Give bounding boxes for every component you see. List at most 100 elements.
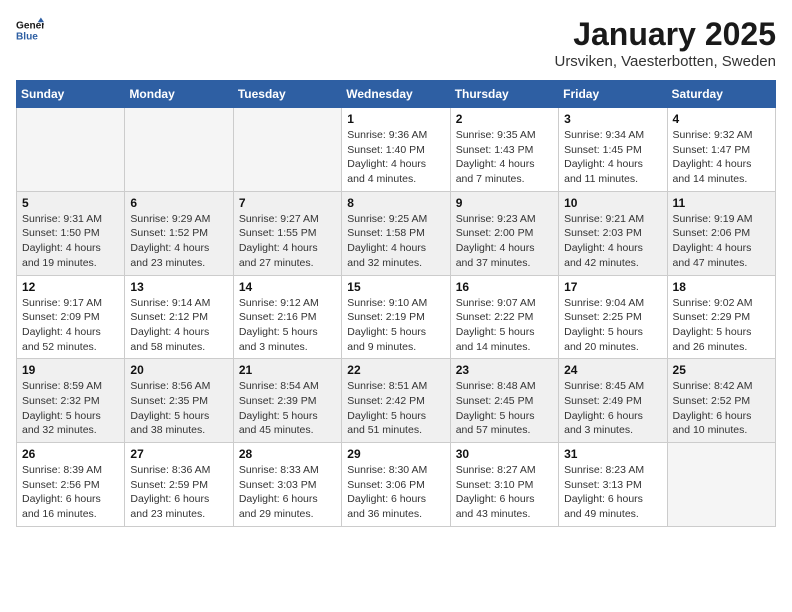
day-info: Sunrise: 9:25 AM Sunset: 1:58 PM Dayligh… [347, 212, 444, 271]
day-number: 26 [22, 447, 119, 461]
week-row-3: 12Sunrise: 9:17 AM Sunset: 2:09 PM Dayli… [17, 275, 776, 359]
day-number: 23 [456, 363, 553, 377]
day-number: 17 [564, 280, 661, 294]
calendar-cell: 5 Sunrise: 9:31 AM Sunset: 1:50 PM Daylig… [17, 191, 125, 275]
weekday-header-wednesday: Wednesday [342, 81, 450, 108]
day-info: Sunrise: 9:27 AM Sunset: 1:55 PM Dayligh… [239, 212, 336, 271]
weekday-header-sunday: Sunday [17, 81, 125, 108]
day-number: 7 [239, 196, 336, 210]
day-number: 24 [564, 363, 661, 377]
calendar: SundayMondayTuesdayWednesdayThursdayFrid… [16, 80, 776, 527]
day-info: Sunrise: 8:45 AM Sunset: 2:49 PM Dayligh… [564, 379, 661, 438]
day-info: Sunrise: 9:02 AM Sunset: 2:29 PM Dayligh… [673, 296, 770, 355]
calendar-cell: 10 Sunrise: 9:21 AM Sunset: 2:03 PM Dayli… [559, 191, 667, 275]
calendar-cell: 8 Sunrise: 9:25 AM Sunset: 1:58 PM Daylig… [342, 191, 450, 275]
calendar-cell: 9 Sunrise: 9:23 AM Sunset: 2:00 PM Daylig… [450, 191, 558, 275]
svg-text:Blue: Blue [16, 31, 38, 42]
calendar-cell: 4Sunrise: 9:32 AM Sunset: 1:47 PM Daylig… [667, 108, 775, 192]
day-info: Sunrise: 8:27 AM Sunset: 3:10 PM Dayligh… [456, 463, 553, 522]
day-info: Sunrise: 8:42 AM Sunset: 2:52 PM Dayligh… [673, 379, 770, 438]
month-title: January 2025 [554, 16, 776, 53]
calendar-cell: 12Sunrise: 9:17 AM Sunset: 2:09 PM Dayli… [17, 275, 125, 359]
calendar-cell [17, 108, 125, 192]
day-info: Sunrise: 9:10 AM Sunset: 2:19 PM Dayligh… [347, 296, 444, 355]
day-info: Sunrise: 8:30 AM Sunset: 3:06 PM Dayligh… [347, 463, 444, 522]
calendar-cell: 2 Sunrise: 9:35 AM Sunset: 1:43 PM Daylig… [450, 108, 558, 192]
day-number: 25 [673, 363, 770, 377]
calendar-cell: 21Sunrise: 8:54 AM Sunset: 2:39 PM Dayli… [233, 359, 341, 443]
day-number: 2 [456, 112, 553, 126]
calendar-cell: 19 Sunrise: 8:59 AM Sunset: 2:32 PM Dayli… [17, 359, 125, 443]
day-info: Sunrise: 9:35 AM Sunset: 1:43 PM Dayligh… [456, 128, 553, 187]
day-number: 11 [673, 196, 770, 210]
day-number: 5 [22, 196, 119, 210]
day-info: Sunrise: 8:33 AM Sunset: 3:03 PM Dayligh… [239, 463, 336, 522]
calendar-cell: 14 Sunrise: 9:12 AM Sunset: 2:16 PM Dayli… [233, 275, 341, 359]
day-number: 18 [673, 280, 770, 294]
day-number: 6 [130, 196, 227, 210]
calendar-cell: 6Sunrise: 9:29 AM Sunset: 1:52 PM Daylig… [125, 191, 233, 275]
calendar-cell: 23 Sunrise: 8:48 AM Sunset: 2:45 PM Dayli… [450, 359, 558, 443]
calendar-cell: 11 Sunrise: 9:19 AM Sunset: 2:06 PM Dayli… [667, 191, 775, 275]
day-info: Sunrise: 8:36 AM Sunset: 2:59 PM Dayligh… [130, 463, 227, 522]
day-info: Sunrise: 8:59 AM Sunset: 2:32 PM Dayligh… [22, 379, 119, 438]
week-row-4: 19 Sunrise: 8:59 AM Sunset: 2:32 PM Dayli… [17, 359, 776, 443]
day-number: 27 [130, 447, 227, 461]
day-info: Sunrise: 8:23 AM Sunset: 3:13 PM Dayligh… [564, 463, 661, 522]
location-title: Ursviken, Vaesterbotten, Sweden [554, 53, 776, 70]
weekday-header-monday: Monday [125, 81, 233, 108]
week-row-1: 1 Sunrise: 9:36 AM Sunset: 1:40 PM Daylig… [17, 108, 776, 192]
day-info: Sunrise: 9:21 AM Sunset: 2:03 PM Dayligh… [564, 212, 661, 271]
calendar-cell: 27 Sunrise: 8:36 AM Sunset: 2:59 PM Dayli… [125, 443, 233, 527]
day-number: 3 [564, 112, 661, 126]
day-number: 16 [456, 280, 553, 294]
calendar-cell: 16 Sunrise: 9:07 AM Sunset: 2:22 PM Dayli… [450, 275, 558, 359]
day-info: Sunrise: 9:32 AM Sunset: 1:47 PM Dayligh… [673, 128, 770, 187]
calendar-cell: 22 Sunrise: 8:51 AM Sunset: 2:42 PM Dayli… [342, 359, 450, 443]
day-info: Sunrise: 9:34 AM Sunset: 1:45 PM Dayligh… [564, 128, 661, 187]
weekday-header-thursday: Thursday [450, 81, 558, 108]
day-info: Sunrise: 9:17 AM Sunset: 2:09 PM Dayligh… [22, 296, 119, 355]
logo: General Blue [16, 16, 44, 44]
calendar-cell: 3 Sunrise: 9:34 AM Sunset: 1:45 PM Daylig… [559, 108, 667, 192]
day-info: Sunrise: 8:51 AM Sunset: 2:42 PM Dayligh… [347, 379, 444, 438]
day-number: 22 [347, 363, 444, 377]
day-number: 14 [239, 280, 336, 294]
calendar-cell: 17Sunrise: 9:04 AM Sunset: 2:25 PM Dayli… [559, 275, 667, 359]
day-info: Sunrise: 9:36 AM Sunset: 1:40 PM Dayligh… [347, 128, 444, 187]
day-number: 21 [239, 363, 336, 377]
day-number: 8 [347, 196, 444, 210]
week-row-2: 5 Sunrise: 9:31 AM Sunset: 1:50 PM Daylig… [17, 191, 776, 275]
weekday-header-saturday: Saturday [667, 81, 775, 108]
day-info: Sunrise: 8:48 AM Sunset: 2:45 PM Dayligh… [456, 379, 553, 438]
day-number: 9 [456, 196, 553, 210]
day-info: Sunrise: 9:12 AM Sunset: 2:16 PM Dayligh… [239, 296, 336, 355]
day-info: Sunrise: 8:56 AM Sunset: 2:35 PM Dayligh… [130, 379, 227, 438]
calendar-cell: 13Sunrise: 9:14 AM Sunset: 2:12 PM Dayli… [125, 275, 233, 359]
day-number: 19 [22, 363, 119, 377]
day-info: Sunrise: 9:31 AM Sunset: 1:50 PM Dayligh… [22, 212, 119, 271]
day-info: Sunrise: 8:39 AM Sunset: 2:56 PM Dayligh… [22, 463, 119, 522]
weekday-header-tuesday: Tuesday [233, 81, 341, 108]
day-number: 30 [456, 447, 553, 461]
day-info: Sunrise: 9:14 AM Sunset: 2:12 PM Dayligh… [130, 296, 227, 355]
calendar-cell [125, 108, 233, 192]
calendar-cell: 31Sunrise: 8:23 AM Sunset: 3:13 PM Dayli… [559, 443, 667, 527]
day-info: Sunrise: 9:07 AM Sunset: 2:22 PM Dayligh… [456, 296, 553, 355]
calendar-cell: 28Sunrise: 8:33 AM Sunset: 3:03 PM Dayli… [233, 443, 341, 527]
calendar-cell: 18 Sunrise: 9:02 AM Sunset: 2:29 PM Dayli… [667, 275, 775, 359]
weekday-header-row: SundayMondayTuesdayWednesdayThursdayFrid… [17, 81, 776, 108]
logo-icon: General Blue [16, 16, 44, 44]
title-section: January 2025 Ursviken, Vaesterbotten, Sw… [554, 16, 776, 70]
weekday-header-friday: Friday [559, 81, 667, 108]
day-info: Sunrise: 9:23 AM Sunset: 2:00 PM Dayligh… [456, 212, 553, 271]
day-number: 1 [347, 112, 444, 126]
calendar-cell: 30 Sunrise: 8:27 AM Sunset: 3:10 PM Dayli… [450, 443, 558, 527]
calendar-cell: 1 Sunrise: 9:36 AM Sunset: 1:40 PM Daylig… [342, 108, 450, 192]
calendar-cell: 24 Sunrise: 8:45 AM Sunset: 2:49 PM Dayli… [559, 359, 667, 443]
day-info: Sunrise: 9:19 AM Sunset: 2:06 PM Dayligh… [673, 212, 770, 271]
week-row-5: 26 Sunrise: 8:39 AM Sunset: 2:56 PM Dayli… [17, 443, 776, 527]
day-number: 10 [564, 196, 661, 210]
day-number: 20 [130, 363, 227, 377]
calendar-cell: 26 Sunrise: 8:39 AM Sunset: 2:56 PM Dayli… [17, 443, 125, 527]
